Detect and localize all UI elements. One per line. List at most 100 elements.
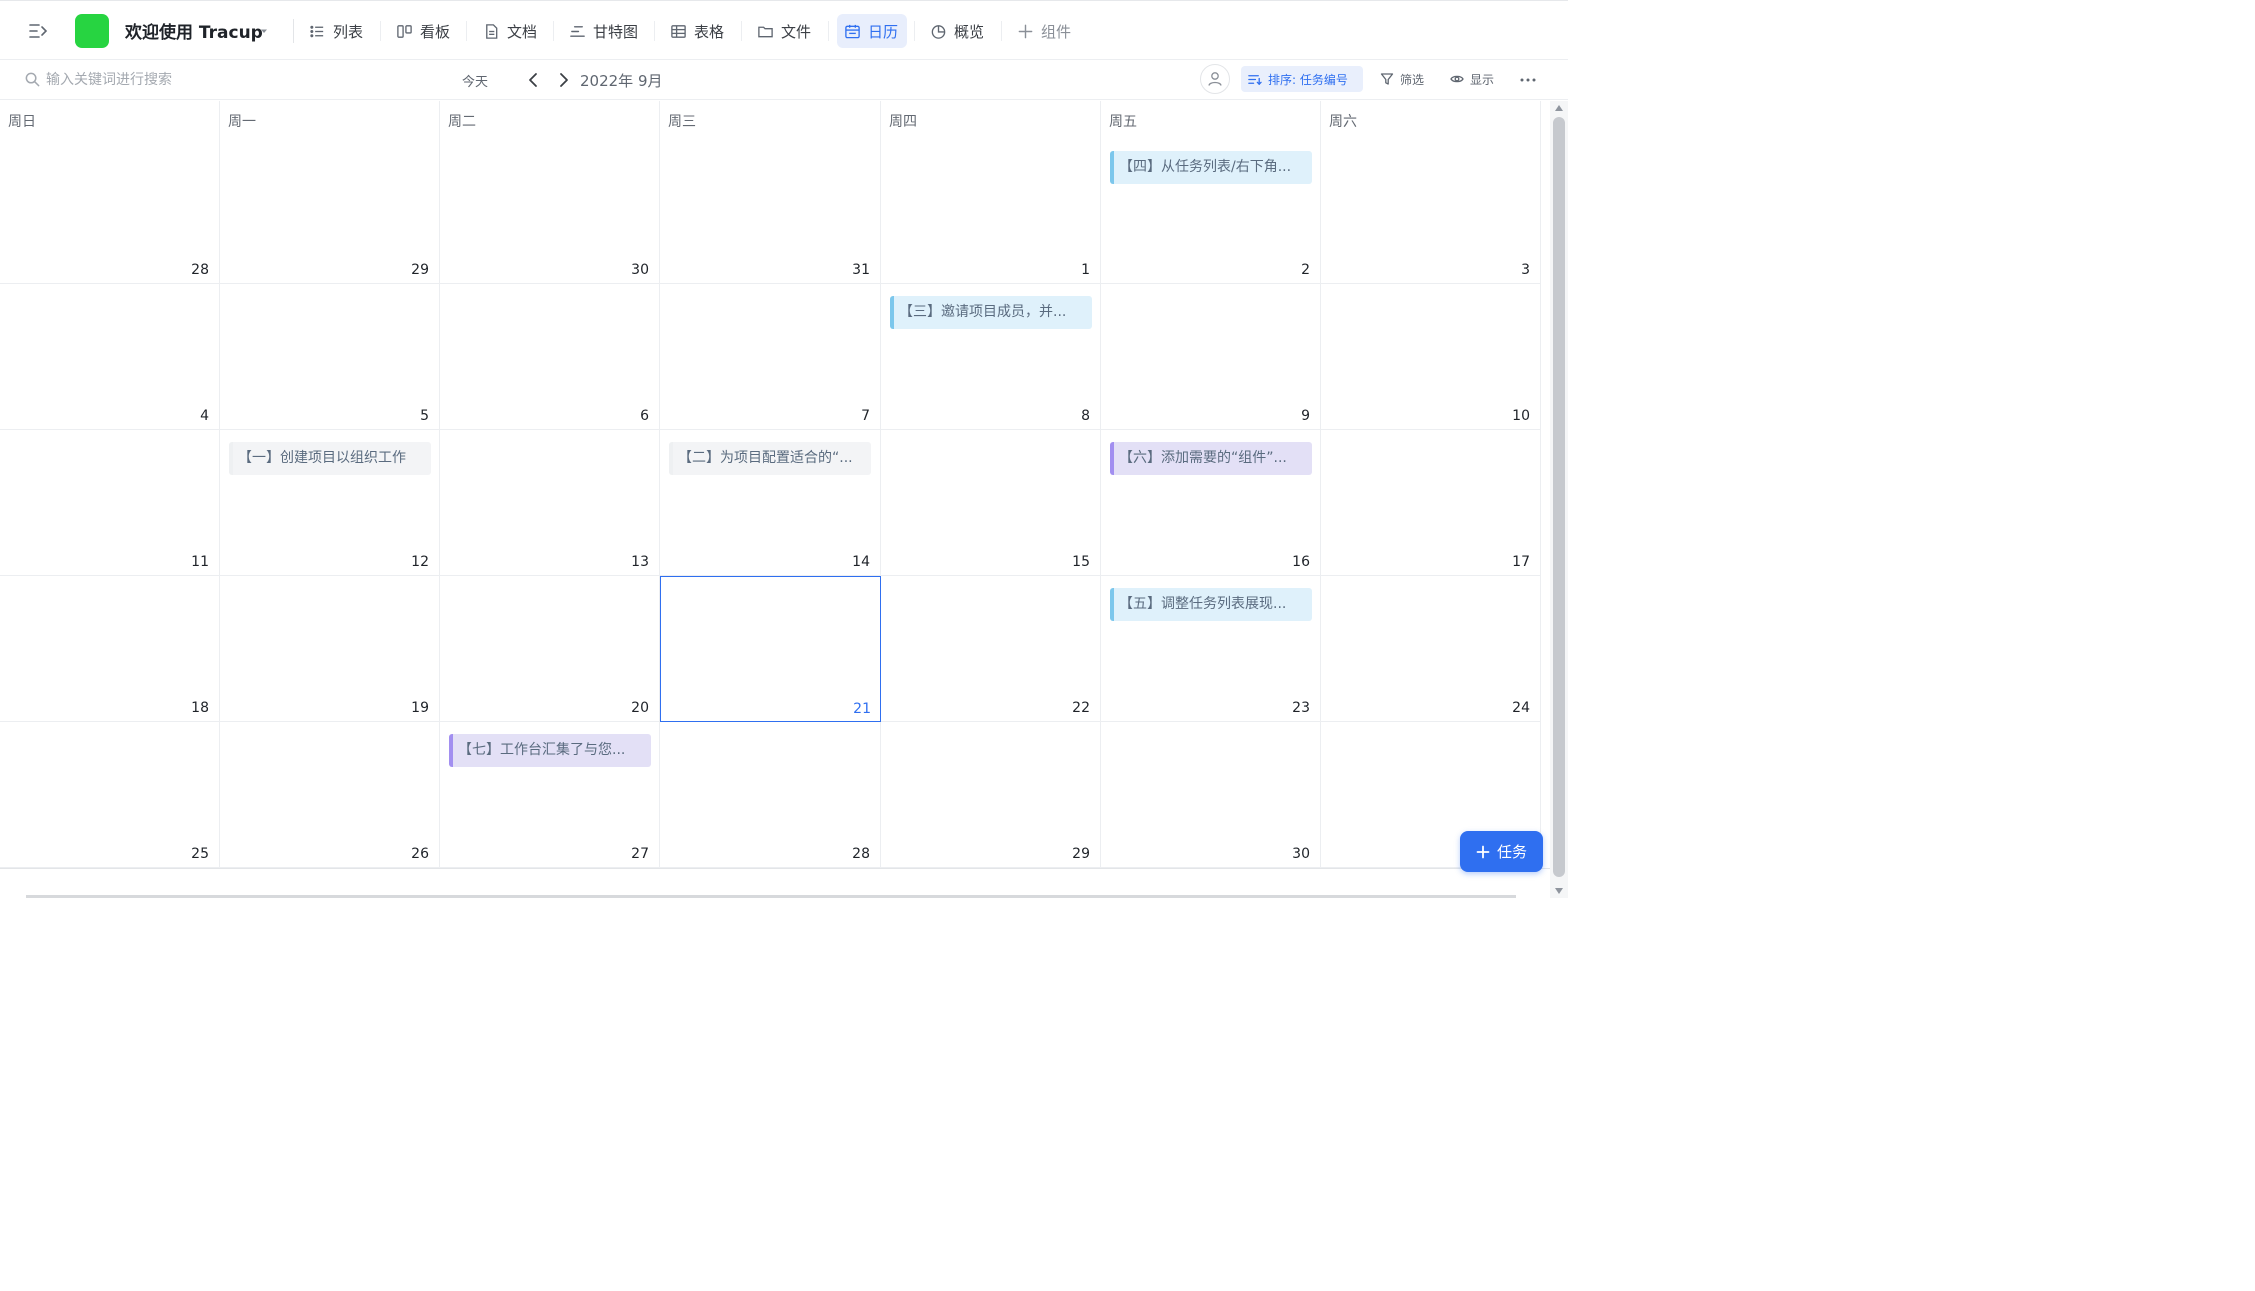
day-number: 1 (1081, 262, 1090, 278)
day-number: 23 (1292, 700, 1310, 716)
tab-table[interactable]: 表格 (663, 14, 733, 48)
scroll-up-arrow-icon[interactable] (1555, 105, 1563, 111)
gantt-icon (570, 25, 585, 37)
kanban-icon (397, 24, 412, 38)
project-logo (75, 14, 109, 48)
calendar-day-cell[interactable]: 26 (220, 722, 440, 868)
calendar-day-cell[interactable]: 15 (881, 430, 1101, 576)
day-number: 31 (852, 262, 870, 278)
tab-files[interactable]: 文件 (750, 14, 820, 48)
chevron-left-icon[interactable] (523, 70, 543, 90)
day-number: 28 (191, 262, 209, 278)
day-number: 15 (1072, 554, 1090, 570)
tab-docs[interactable]: 文档 (476, 14, 546, 48)
calendar-day-cell[interactable]: 9 (1101, 284, 1321, 430)
calendar-day-cell[interactable]: 19 (220, 576, 440, 722)
project-title[interactable]: 欢迎使用 Tracup (125, 18, 263, 43)
chevron-right-icon[interactable] (554, 70, 574, 90)
scroll-down-arrow-icon[interactable] (1555, 888, 1563, 894)
calendar-day-cell[interactable]: 29 (220, 101, 440, 284)
divider (293, 19, 294, 43)
task-event[interactable]: 【一】创建项目以组织工作 (229, 442, 431, 475)
calendar-day-cell[interactable]: 24 (1321, 576, 1541, 722)
top-navigation-bar: 欢迎使用 Tracup 列表 看板 文档 甘特图 表格 文件 日历 概览 组件 (0, 0, 1568, 60)
day-number: 29 (1072, 846, 1090, 862)
day-number: 22 (1072, 700, 1090, 716)
calendar-day-cell[interactable]: 13 (440, 430, 660, 576)
calendar-day-cell[interactable]: 10 (1321, 284, 1541, 430)
day-number: 4 (200, 408, 209, 424)
today-button[interactable]: 今天 (462, 71, 488, 90)
sort-icon (1248, 74, 1262, 85)
calendar-day-cell[interactable]: 7 (660, 284, 881, 430)
assignee-filter-button[interactable] (1200, 64, 1230, 94)
calendar-day-cell[interactable]: 1 (881, 101, 1101, 284)
day-number: 19 (411, 700, 429, 716)
day-number: 13 (631, 554, 649, 570)
display-button[interactable]: 显示 (1450, 68, 1494, 90)
task-event[interactable]: 【三】邀请项目成员，并... (890, 296, 1092, 329)
calendar-day-cell[interactable]: 6 (440, 284, 660, 430)
add-task-button[interactable]: 任务 (1460, 831, 1543, 872)
tab-separator (741, 21, 742, 41)
day-number: 2 (1301, 262, 1310, 278)
expand-sidebar-icon[interactable] (26, 19, 50, 43)
calendar-day-cell[interactable]: 18 (0, 576, 220, 722)
scrollbar-thumb[interactable] (1553, 117, 1565, 877)
bottom-bar (0, 868, 1550, 898)
filter-button[interactable]: 筛选 (1380, 68, 1424, 90)
day-number: 28 (852, 846, 870, 862)
sort-button[interactable]: 排序: 任务编号 (1241, 66, 1363, 92)
day-number: 30 (631, 262, 649, 278)
calendar-day-cell[interactable]: 22 (881, 576, 1101, 722)
user-icon (1208, 72, 1222, 86)
calendar-day-cell[interactable]: 29 (881, 722, 1101, 868)
calendar-day-cell[interactable]: 30 (1101, 722, 1321, 868)
calendar-day-cell[interactable]: 11 (0, 430, 220, 576)
calendar-day-cell[interactable]: 30 (440, 101, 660, 284)
day-number: 27 (631, 846, 649, 862)
calendar-day-cell[interactable]: 25 (0, 722, 220, 868)
calendar-day-cell[interactable]: 17 (1321, 430, 1541, 576)
tab-kanban[interactable]: 看板 (389, 14, 459, 48)
task-event[interactable]: 【六】添加需要的“组件”... (1110, 442, 1312, 475)
task-event[interactable]: 【五】调整任务列表展现... (1110, 588, 1312, 621)
tab-gantt[interactable]: 甘特图 (562, 14, 647, 48)
caret-down-icon[interactable] (258, 25, 270, 37)
calendar-day-cell[interactable]: 21 (660, 576, 881, 722)
tab-list[interactable]: 列表 (302, 14, 372, 48)
calendar-day-cell[interactable]: 5 (220, 284, 440, 430)
horizontal-scrollbar[interactable] (26, 895, 1516, 898)
calendar-day-cell[interactable]: 20 (440, 576, 660, 722)
tab-separator (380, 21, 381, 41)
task-event[interactable]: 【七】工作台汇集了与您... (449, 734, 651, 767)
day-number: 9 (1301, 408, 1310, 424)
filter-icon (1380, 73, 1394, 85)
calendar-day-cell[interactable]: 3 (1321, 101, 1541, 284)
tab-overview[interactable]: 概览 (923, 14, 993, 48)
tab-calendar[interactable]: 日历 (837, 14, 908, 48)
plus-icon (1018, 24, 1033, 38)
calendar-day-cell[interactable]: 28 (660, 722, 881, 868)
tab-separator (654, 21, 655, 41)
day-number: 16 (1292, 554, 1310, 570)
search-input[interactable] (46, 68, 426, 92)
more-icon[interactable] (1518, 70, 1538, 90)
current-month-label: 2022年 9月 (580, 72, 663, 90)
calendar-day-cell[interactable]: 2 (1101, 101, 1321, 284)
table-icon (671, 24, 686, 38)
calendar-day-cell[interactable]: 4 (0, 284, 220, 430)
tab-add-widget[interactable]: 组件 (1010, 14, 1080, 48)
tab-separator (828, 21, 829, 41)
day-number: 20 (631, 700, 649, 716)
day-number: 25 (191, 846, 209, 862)
calendar-toolbar: 今天 2022年 9月 排序: 任务编号 筛选 显示 (0, 60, 1568, 100)
day-number: 6 (640, 408, 649, 424)
calendar-day-cell[interactable]: 28 (0, 101, 220, 284)
calendar-day-cell[interactable]: 31 (660, 101, 881, 284)
vertical-scrollbar[interactable] (1550, 101, 1568, 898)
task-event[interactable]: 【二】为项目配置适合的“... (669, 442, 871, 475)
list-icon (310, 25, 324, 37)
day-number: 11 (191, 554, 209, 570)
task-event[interactable]: 【四】从任务列表/右下角... (1110, 151, 1312, 184)
